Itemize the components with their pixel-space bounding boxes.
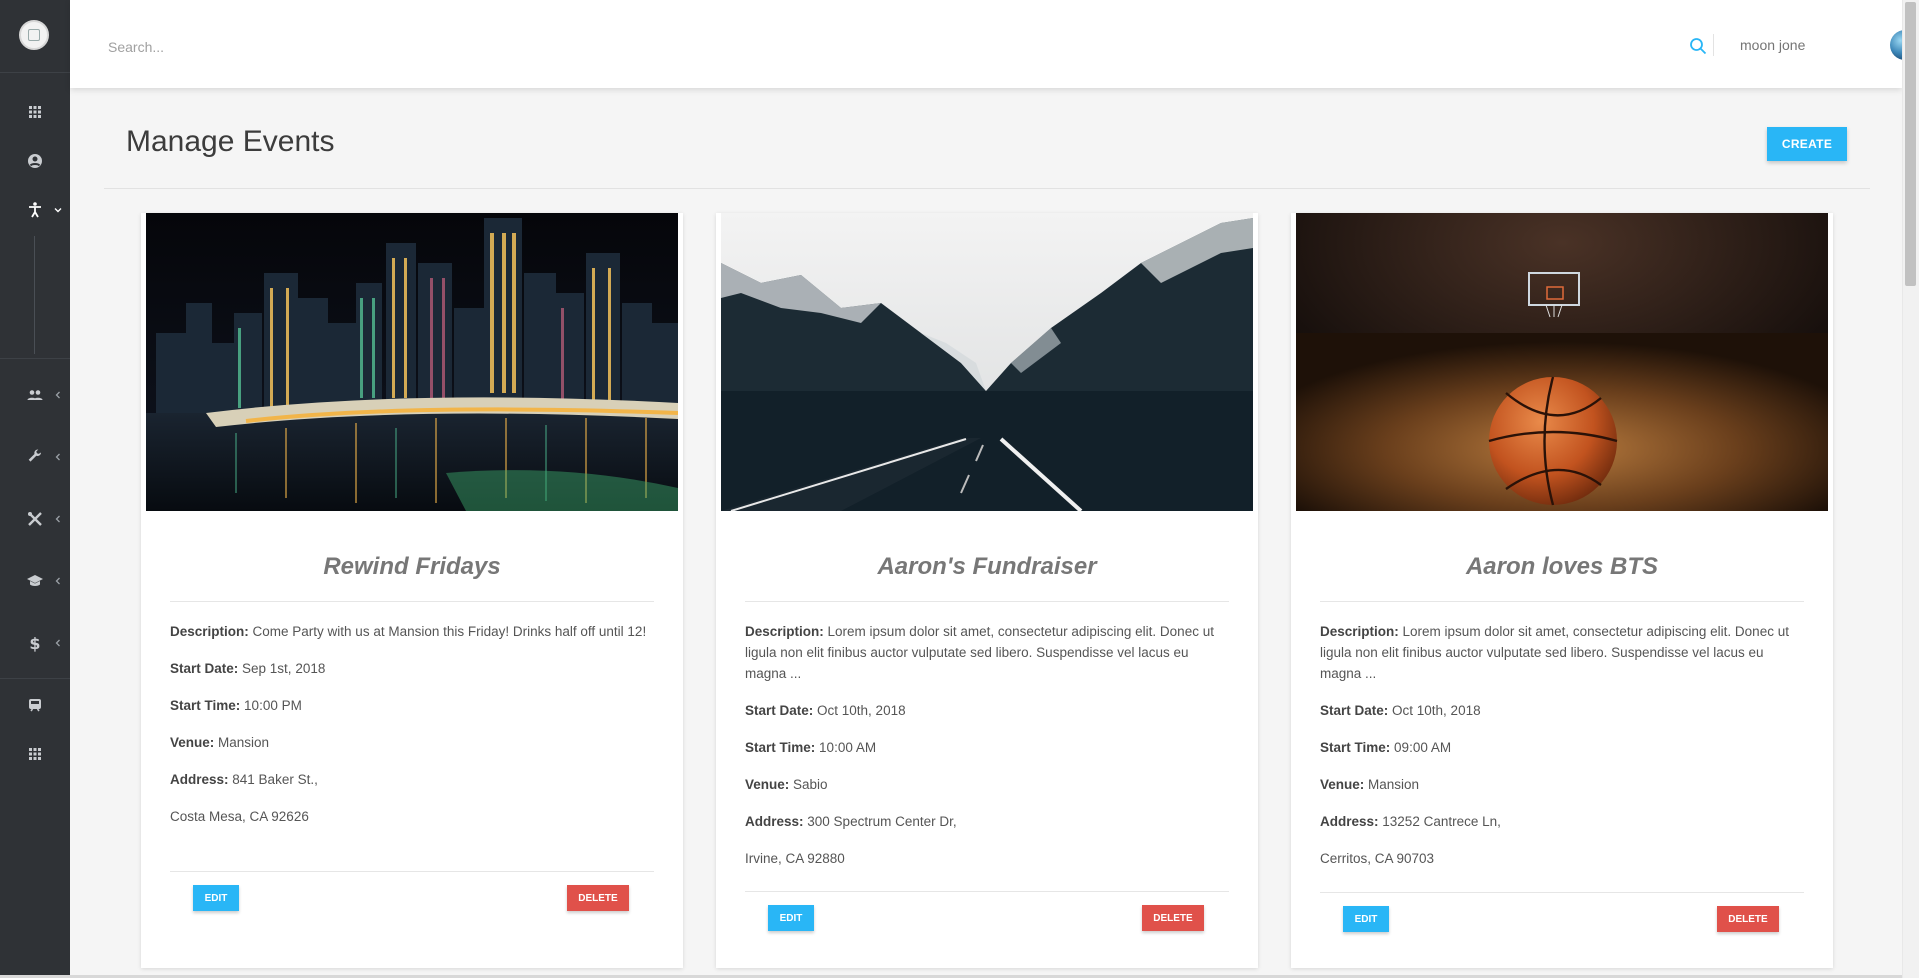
- accessibility-icon: [29, 202, 41, 218]
- event-address: Address: 13252 Cantrece Ln,: [1320, 814, 1501, 829]
- sidebar-item-account[interactable]: [0, 139, 70, 183]
- title-divider: [745, 601, 1229, 602]
- event-card: Rewind Fridays Description: Come Party w…: [141, 213, 683, 968]
- title-divider: [1320, 601, 1804, 602]
- search-input[interactable]: [108, 36, 608, 58]
- event-image: [146, 213, 678, 511]
- tools-icon: [28, 512, 42, 526]
- delete-button[interactable]: DELETE: [567, 885, 629, 911]
- event-description: Description: Come Party with us at Mansi…: [170, 624, 647, 639]
- wrench-icon: [28, 449, 42, 462]
- event-title: Rewind Fridays: [323, 553, 501, 580]
- footer-divider: [1320, 892, 1804, 893]
- train-icon: [29, 699, 41, 712]
- sidebar: $: [0, 0, 70, 978]
- apps-grid-icon: [29, 106, 41, 118]
- event-details: Description: Come Party with us at Mansi…: [170, 621, 654, 843]
- sidebar-item-accessibility[interactable]: [0, 188, 70, 232]
- chevron-left-icon: [55, 515, 60, 523]
- school-icon: [27, 575, 43, 586]
- dollar-icon: $: [29, 634, 40, 652]
- event-start-date: Start Date: Sep 1st, 2018: [170, 661, 326, 676]
- sidebar-item-wrench[interactable]: [0, 435, 70, 479]
- event-start-date: Start Date: Oct 10th, 2018: [1320, 703, 1481, 718]
- sidebar-divider: [0, 72, 70, 73]
- sidebar-item-apps[interactable]: [0, 90, 70, 134]
- sidebar-item-apps-2[interactable]: [0, 732, 70, 776]
- event-details: Description: Lorem ipsum dolor sit amet,…: [745, 621, 1229, 885]
- page-title: Manage Events: [126, 125, 335, 158]
- footer-divider: [745, 891, 1229, 892]
- submenu-line: [34, 236, 35, 354]
- footer-divider: [170, 871, 654, 872]
- apps-grid-icon: [29, 748, 41, 760]
- event-details: Description: Lorem ipsum dolor sit amet,…: [1320, 621, 1804, 885]
- chevron-left-icon: [55, 391, 60, 399]
- delete-button[interactable]: DELETE: [1717, 906, 1779, 932]
- chevron-left-icon: [55, 639, 60, 647]
- chevron-down-icon: [54, 208, 62, 213]
- delete-button[interactable]: DELETE: [1142, 905, 1204, 931]
- event-start-time: Start Time: 09:00 AM: [1320, 740, 1452, 755]
- sidebar-item-billing[interactable]: $: [0, 621, 70, 665]
- svg-text:$: $: [29, 634, 40, 652]
- event-venue: Venue: Mansion: [170, 735, 270, 750]
- sidebar-divider: [0, 678, 70, 679]
- edit-button[interactable]: EDIT: [193, 885, 239, 911]
- topbar-divider: [1713, 34, 1714, 56]
- title-divider: [170, 601, 654, 602]
- event-start-time: Start Time: 10:00 PM: [170, 698, 302, 713]
- edit-button[interactable]: EDIT: [768, 905, 814, 931]
- event-card: Aaron loves BTS Description: Lorem ipsum…: [1291, 213, 1833, 968]
- event-card: Aaron's Fundraiser Description: Lorem ip…: [716, 213, 1258, 968]
- header-divider: [104, 188, 1870, 189]
- event-address: Address: 300 Spectrum Center Dr,: [745, 814, 957, 829]
- edit-button[interactable]: EDIT: [1343, 906, 1389, 932]
- event-title: Aaron loves BTS: [1465, 553, 1659, 580]
- logo-image[interactable]: [19, 20, 49, 50]
- scrollbar-thumb[interactable]: [1905, 2, 1916, 286]
- sidebar-item-tools[interactable]: [0, 497, 70, 541]
- create-button[interactable]: CREATE: [1767, 127, 1847, 161]
- sidebar-item-people[interactable]: [0, 373, 70, 417]
- topbar: moon jone: [70, 0, 1919, 88]
- event-venue: Venue: Mansion: [1320, 777, 1420, 792]
- event-description: Description: Lorem ipsum dolor sit amet,…: [1320, 624, 1789, 681]
- event-address-line2: Cerritos, CA 90703: [1320, 851, 1435, 866]
- event-start-time: Start Time: 10:00 AM: [745, 740, 877, 755]
- event-image: [721, 213, 1253, 511]
- event-address: Address: 841 Baker St.,: [170, 772, 318, 787]
- search-icon[interactable]: [1688, 36, 1708, 56]
- user-name[interactable]: moon jone: [1740, 37, 1805, 53]
- event-image: [1296, 213, 1828, 511]
- chevron-left-icon: [55, 453, 60, 461]
- sidebar-item-school[interactable]: [0, 559, 70, 603]
- event-start-date: Start Date: Oct 10th, 2018: [745, 703, 906, 718]
- account-circle-icon: [28, 154, 42, 168]
- people-icon: [27, 390, 43, 400]
- sidebar-item-transit[interactable]: [0, 683, 70, 727]
- event-address-line2: Irvine, CA 92880: [745, 851, 845, 866]
- event-address-line2: Costa Mesa, CA 92626: [170, 809, 309, 824]
- event-title: Aaron's Fundraiser: [877, 553, 1097, 580]
- sidebar-divider: [0, 358, 70, 359]
- event-description: Description: Lorem ipsum dolor sit amet,…: [745, 624, 1214, 681]
- chevron-left-icon: [55, 577, 60, 585]
- event-venue: Venue: Sabio: [745, 777, 828, 792]
